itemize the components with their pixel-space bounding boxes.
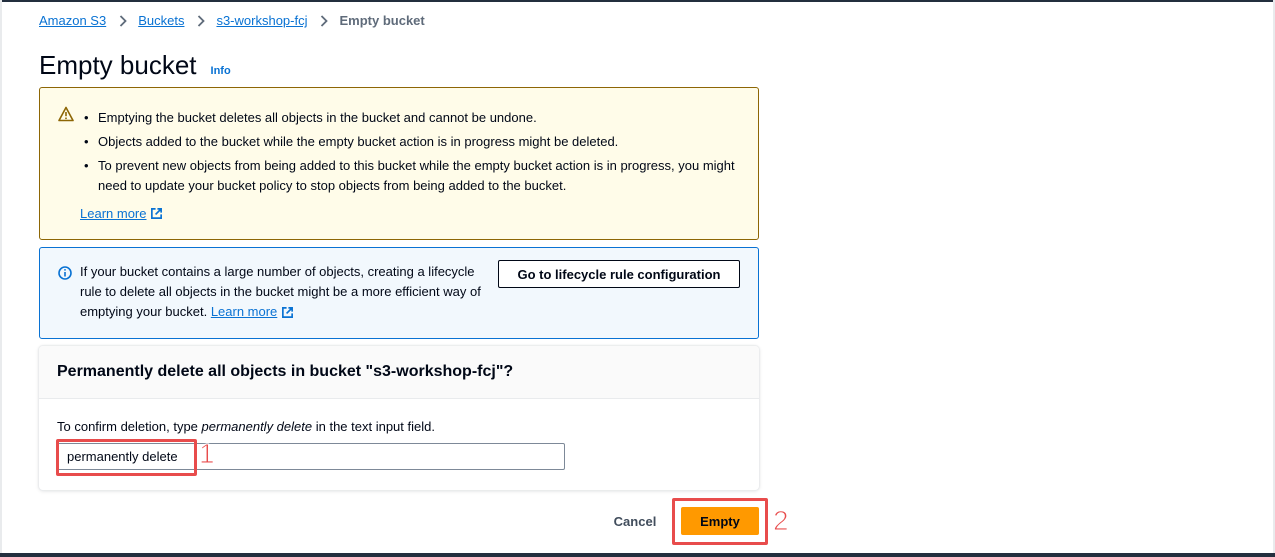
- confirm-title: Permanently delete all objects in bucket…: [57, 363, 514, 380]
- breadcrumb-bucket-name[interactable]: s3-workshop-fcj: [216, 13, 307, 28]
- confirm-label-prefix: To confirm deletion, type: [57, 419, 202, 434]
- chevron-right-icon: [119, 14, 127, 27]
- external-link-icon: [151, 208, 163, 219]
- warning-icon: [58, 106, 74, 122]
- info-learn-more-link[interactable]: Learn more: [211, 302, 294, 322]
- breadcrumb-buckets[interactable]: Buckets: [138, 13, 184, 28]
- learn-more-label: Learn more: [210, 304, 278, 319]
- confirm-text-input[interactable]: [57, 443, 565, 470]
- confirm-label-emphasis: permanently delete: [201, 419, 313, 434]
- empty-button[interactable]: Empty: [681, 507, 759, 535]
- breadcrumb-amazon-s3[interactable]: Amazon S3: [39, 13, 106, 28]
- confirm-label-suffix: in the text input field.: [312, 419, 435, 434]
- chevron-right-icon: [197, 14, 206, 27]
- warning-learn-more-link[interactable]: Learn more: [80, 206, 163, 221]
- top-frame-bar: [0, 0, 1275, 2]
- info-alert: If your bucket contains a large number o…: [39, 247, 759, 339]
- info-alert-text: If your bucket contains a large number o…: [80, 262, 490, 322]
- warning-bullet: To prevent new objects from being added …: [80, 156, 760, 196]
- info-link[interactable]: Info: [211, 65, 231, 77]
- warning-alert: Emptying the bucket deletes all objects …: [39, 87, 759, 240]
- info-circle-icon: [58, 266, 72, 280]
- warning-bullet: Emptying the bucket deletes all objects …: [80, 108, 760, 128]
- external-link-icon: [282, 306, 294, 318]
- annotation-step-1: 1: [199, 438, 216, 470]
- warning-bullet: Objects added to the bucket while the em…: [80, 132, 760, 152]
- left-frame-edge: [0, 0, 2, 557]
- container-header: Permanently delete all objects in bucket…: [39, 346, 759, 399]
- breadcrumb: Amazon S3 Buckets s3-workshop-fcj Empty …: [39, 13, 425, 28]
- page-title: Empty bucket: [39, 50, 197, 80]
- page-header: Empty bucket Info: [39, 50, 231, 81]
- cancel-button[interactable]: Cancel: [600, 507, 670, 535]
- confirm-delete-container: Permanently delete all objects in bucket…: [39, 346, 759, 490]
- learn-more-label: Learn more: [80, 206, 147, 221]
- annotation-step-2: 2: [773, 505, 790, 537]
- confirm-label: To confirm deletion, type permanently de…: [57, 419, 435, 434]
- warning-list: Emptying the bucket deletes all objects …: [80, 108, 760, 200]
- bottom-frame-bar: [0, 553, 1275, 557]
- breadcrumb-current: Empty bucket: [339, 13, 425, 28]
- chevron-right-icon: [320, 14, 329, 27]
- go-to-lifecycle-rule-button[interactable]: Go to lifecycle rule configuration: [498, 260, 740, 288]
